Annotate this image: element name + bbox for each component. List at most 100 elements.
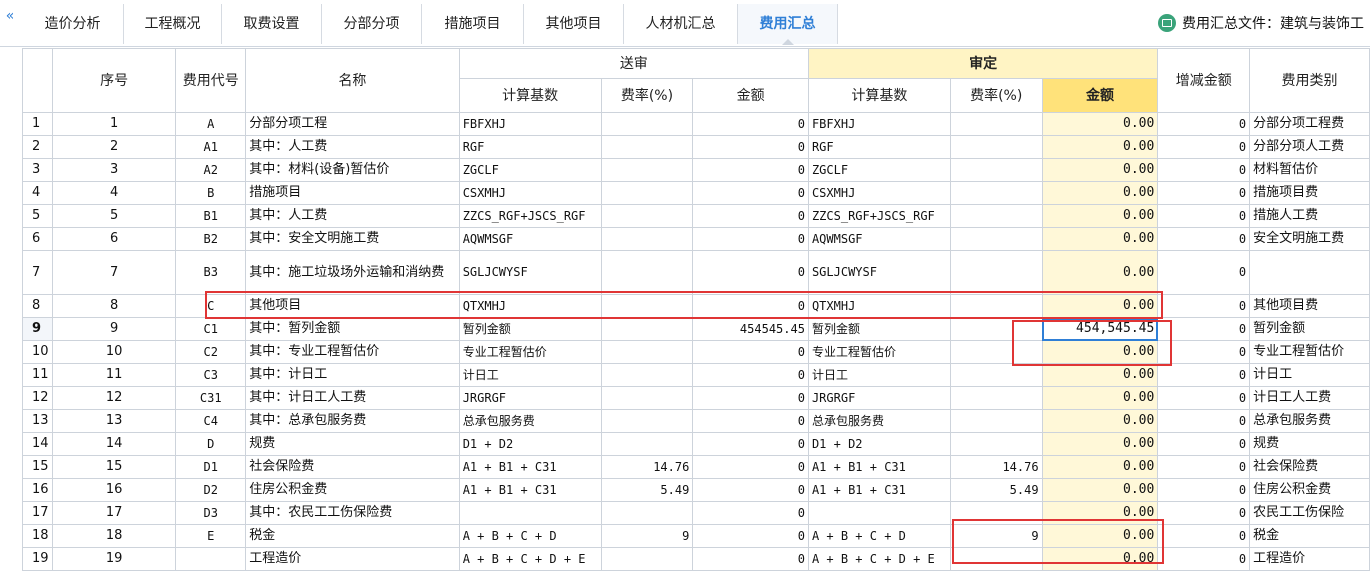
submitted-base-cell[interactable]: ZZCS_RGF+JSCS_RGF bbox=[458, 204, 602, 228]
review-rate-cell[interactable] bbox=[949, 227, 1043, 251]
category-cell[interactable]: 规费 bbox=[1249, 432, 1370, 456]
submitted-amount-cell[interactable]: 0 bbox=[692, 158, 809, 182]
seq-cell[interactable]: 5 bbox=[51, 204, 177, 228]
submitted-amount-cell[interactable]: 0 bbox=[692, 340, 809, 364]
row-number-cell[interactable]: 12 bbox=[22, 386, 53, 410]
seq-cell[interactable]: 9 bbox=[51, 317, 177, 341]
row-number-cell[interactable]: 3 bbox=[22, 158, 53, 182]
submitted-amount-cell[interactable]: 0 bbox=[692, 386, 809, 410]
col-header-category[interactable]: 费用类别 bbox=[1249, 48, 1370, 113]
review-base-cell[interactable]: D1 + D2 bbox=[807, 432, 951, 456]
change-amount-cell[interactable]: 0 bbox=[1157, 409, 1251, 433]
col-header-name[interactable]: 名称 bbox=[245, 48, 460, 113]
table-row[interactable]: 18 18 E 税金 A + B + C + D90A + B + C + D 9 0.00… bbox=[22, 524, 1370, 548]
category-cell[interactable]: 计日工 bbox=[1249, 363, 1370, 387]
review-amount-cell[interactable]: 0.00 bbox=[1041, 227, 1159, 251]
change-amount-cell[interactable]: 0 bbox=[1157, 547, 1251, 571]
review-base-cell[interactable]: A1 + B1 + C31 bbox=[807, 455, 951, 479]
table-row[interactable]: 16 16 D2 住房公积金费 A1 + B1 + C31 5.49 0 A1 + B1 + … bbox=[22, 478, 1370, 502]
submitted-rate-cell[interactable] bbox=[600, 181, 694, 205]
table-row[interactable]: 8 8 C 其他项目 QTXMHJ 0 QTXMHJ 0.00 0 其他项目费 bbox=[22, 294, 1370, 318]
review-amount-cell[interactable]: 0.00 bbox=[1041, 455, 1159, 479]
review-amount-cell[interactable]: 0.00 bbox=[1041, 432, 1159, 456]
review-base-cell[interactable]: FBFXHJ bbox=[807, 112, 951, 136]
category-cell[interactable]: 措施人工费 bbox=[1249, 204, 1370, 228]
seq-cell[interactable]: 1 bbox=[51, 112, 177, 136]
name-cell[interactable]: 税金 bbox=[245, 524, 460, 548]
review-rate-cell[interactable] bbox=[949, 432, 1043, 456]
name-cell[interactable]: 其中：暂列金额 bbox=[245, 317, 460, 341]
submitted-amount-cell[interactable]: 0 bbox=[692, 455, 809, 479]
seq-cell[interactable]: 17 bbox=[51, 501, 177, 525]
review-amount-cell[interactable]: 0.00 bbox=[1041, 524, 1159, 548]
table-row[interactable]: 2 2 A1 其中：人工费 RGF 0 RGF 0.00 0 分部分项人工费 bbox=[22, 135, 1370, 159]
name-cell[interactable]: 分部分项工程 bbox=[245, 112, 460, 136]
submitted-rate-cell[interactable] bbox=[600, 112, 694, 136]
code-cell[interactable]: C1 bbox=[175, 317, 247, 341]
review-base-cell[interactable]: SGLJCWYSF bbox=[807, 250, 951, 295]
row-number-cell[interactable]: 13 bbox=[22, 409, 53, 433]
tab-sub-items[interactable]: 分部分项 bbox=[322, 4, 422, 44]
change-amount-cell[interactable]: 0 bbox=[1157, 340, 1251, 364]
code-cell[interactable]: C4 bbox=[175, 409, 247, 433]
category-cell[interactable]: 专业工程暂估价 bbox=[1249, 340, 1370, 364]
col-header-review-rate[interactable]: 费率(%) bbox=[949, 78, 1043, 113]
review-rate-cell[interactable] bbox=[949, 294, 1043, 318]
review-rate-cell[interactable] bbox=[949, 250, 1043, 295]
review-base-cell[interactable]: A + B + C + D + E bbox=[807, 547, 951, 571]
review-rate-cell[interactable] bbox=[949, 340, 1043, 364]
submitted-rate-cell[interactable] bbox=[600, 135, 694, 159]
submitted-rate-cell[interactable] bbox=[600, 204, 694, 228]
seq-cell[interactable]: 2 bbox=[51, 135, 177, 159]
category-cell[interactable]: 社会保险费 bbox=[1249, 455, 1370, 479]
submitted-base-cell[interactable]: ZGCLF bbox=[458, 158, 602, 182]
tab-other-items[interactable]: 其他项目 bbox=[524, 4, 624, 44]
table-row[interactable]: 4 4 B 措施项目 CSXMHJ 0 CSXMHJ 0.00 0 措施项目费 bbox=[22, 181, 1370, 205]
review-amount-cell[interactable]: 0.00 bbox=[1041, 181, 1159, 205]
change-amount-cell[interactable]: 0 bbox=[1157, 227, 1251, 251]
change-amount-cell[interactable]: 0 bbox=[1157, 294, 1251, 318]
submitted-rate-cell[interactable] bbox=[600, 547, 694, 571]
category-cell[interactable]: 分部分项工程费 bbox=[1249, 112, 1370, 136]
name-cell[interactable]: 其中：人工费 bbox=[245, 204, 460, 228]
table-row[interactable]: 19 19 工程造价 A + B + C + D + E0A + B + C + D … bbox=[22, 547, 1370, 571]
category-cell[interactable] bbox=[1249, 250, 1370, 295]
col-header-review-base[interactable]: 计算基数 bbox=[807, 78, 951, 113]
review-amount-cell[interactable]: 0.00 bbox=[1041, 250, 1159, 295]
name-cell[interactable]: 其中：安全文明施工费 bbox=[245, 227, 460, 251]
submitted-base-cell[interactable]: SGLJCWYSF bbox=[458, 250, 602, 295]
seq-cell[interactable]: 7 bbox=[51, 250, 177, 295]
col-header-review-amount[interactable]: 金额 bbox=[1041, 78, 1159, 113]
submitted-amount-cell[interactable]: 0 bbox=[692, 547, 809, 571]
code-cell[interactable]: D bbox=[175, 432, 247, 456]
submitted-amount-cell[interactable]: 0 bbox=[692, 204, 809, 228]
category-cell[interactable]: 其他项目费 bbox=[1249, 294, 1370, 318]
review-base-cell[interactable]: 暂列金额 bbox=[807, 317, 951, 341]
row-number-cell[interactable]: 6 bbox=[22, 227, 53, 251]
tab-fee-settings[interactable]: 取费设置 bbox=[222, 4, 322, 44]
review-rate-cell[interactable] bbox=[949, 181, 1043, 205]
review-base-cell[interactable]: 专业工程暂估价 bbox=[807, 340, 951, 364]
row-number-cell[interactable]: 11 bbox=[22, 363, 53, 387]
review-base-cell[interactable]: RGF bbox=[807, 135, 951, 159]
name-cell[interactable]: 规费 bbox=[245, 432, 460, 456]
seq-cell[interactable]: 3 bbox=[51, 158, 177, 182]
submitted-rate-cell[interactable]: 5.49 bbox=[600, 478, 694, 502]
row-number-cell[interactable]: 7 bbox=[22, 250, 53, 295]
review-base-cell[interactable]: ZZCS_RGF+JSCS_RGF bbox=[807, 204, 951, 228]
submitted-amount-cell[interactable]: 0 bbox=[692, 363, 809, 387]
name-cell[interactable]: 工程造价 bbox=[245, 547, 460, 571]
submitted-amount-cell[interactable]: 0 bbox=[692, 135, 809, 159]
table-row[interactable]: 13 13 C4 其中：总承包服务费 总承包服务费 0 总承包服务费 0.00 0 总承包服务费 bbox=[22, 409, 1370, 433]
change-amount-cell[interactable]: 0 bbox=[1157, 363, 1251, 387]
code-cell[interactable]: B2 bbox=[175, 227, 247, 251]
category-cell[interactable]: 暂列金额 bbox=[1249, 317, 1370, 341]
submitted-amount-cell[interactable]: 0 bbox=[692, 478, 809, 502]
table-row[interactable]: 11 11 C3 其中：计日工 计日工 0 计日工 0.00 0 计日工 bbox=[22, 363, 1370, 387]
code-cell[interactable]: C bbox=[175, 294, 247, 318]
submitted-rate-cell[interactable] bbox=[600, 227, 694, 251]
name-cell[interactable]: 其中：计日工人工费 bbox=[245, 386, 460, 410]
name-cell[interactable]: 社会保险费 bbox=[245, 455, 460, 479]
name-cell[interactable]: 措施项目 bbox=[245, 181, 460, 205]
submitted-base-cell[interactable]: FBFXHJ bbox=[458, 112, 602, 136]
